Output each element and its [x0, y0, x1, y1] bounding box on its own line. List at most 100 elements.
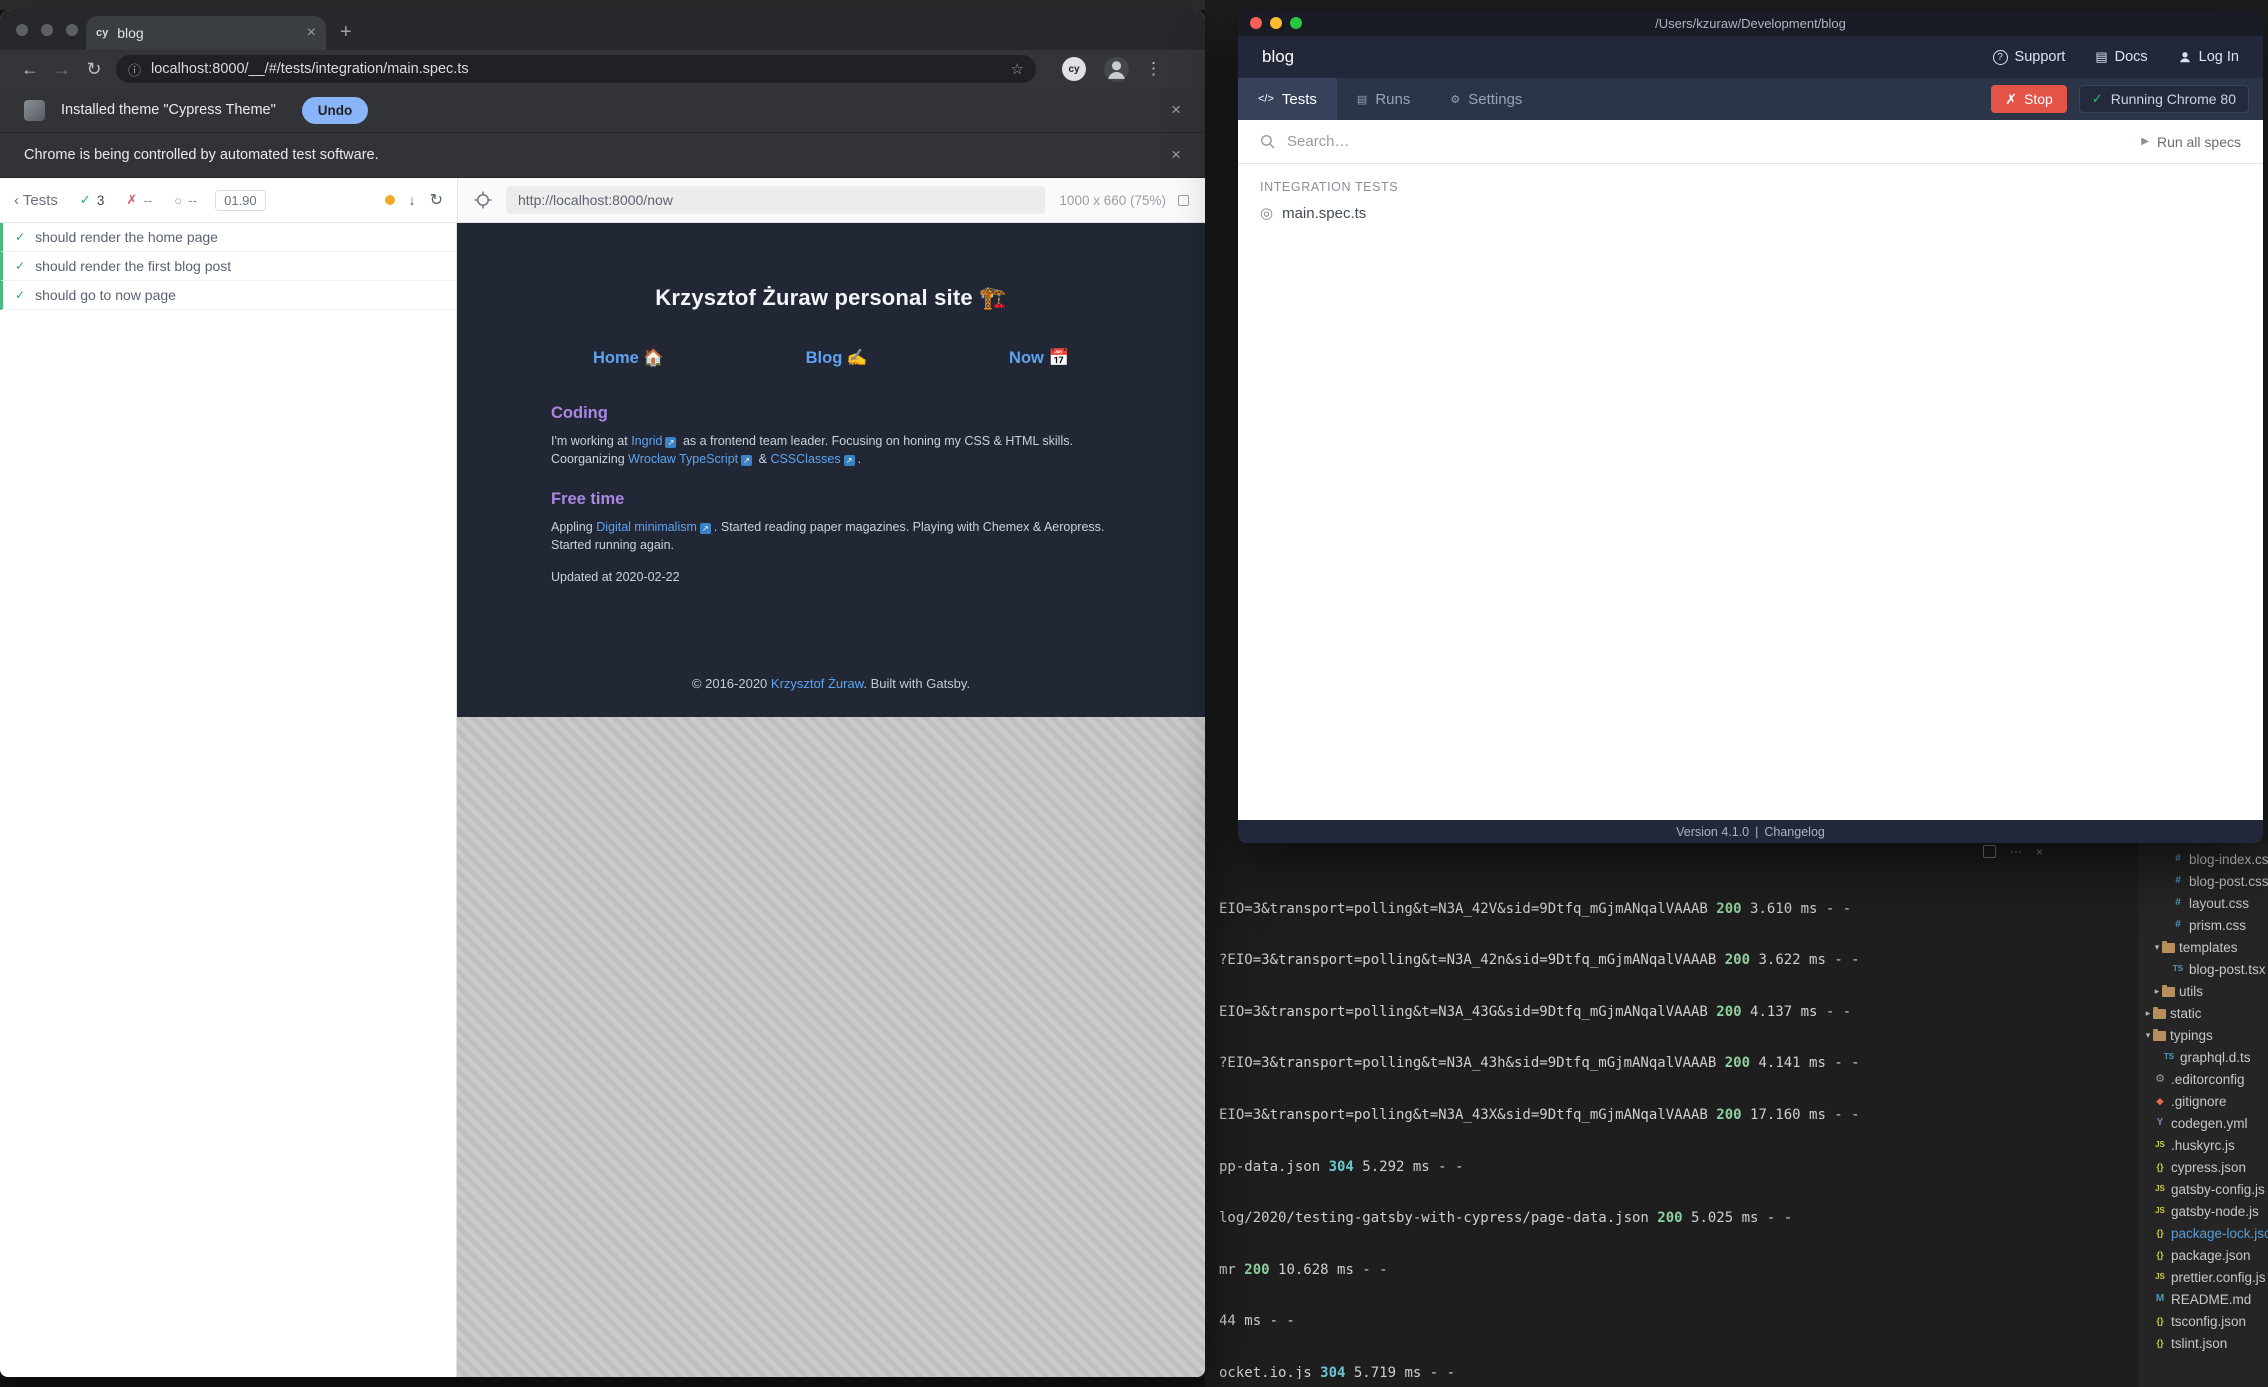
explorer-item[interactable]: blog-index.css	[2138, 848, 2268, 870]
address-url[interactable]: localhost:8000/__/#/tests/integration/ma…	[151, 61, 1011, 77]
explorer-item-selected[interactable]: package-lock.json	[2138, 1222, 2268, 1244]
back-icon[interactable]: ←	[14, 59, 46, 80]
minimize-window-icon[interactable]	[41, 24, 53, 36]
integration-tests-label: INTEGRATION TESTS	[1260, 180, 2263, 194]
new-tab-button[interactable]: +	[340, 22, 352, 42]
nav-blog-link[interactable]: Blog ✍️	[806, 349, 868, 368]
tab-close-icon[interactable]: ×	[307, 24, 316, 42]
browser-menu-icon[interactable]: ⋮	[1145, 59, 1162, 79]
site-info-icon[interactable]: ⓘ	[128, 60, 141, 79]
test-result-row[interactable]: ✓ should render the first blog post	[0, 252, 456, 281]
explorer-item[interactable]: .editorconfig	[2138, 1068, 2268, 1090]
wroclaw-typescript-link[interactable]: Wrocław TypeScript	[628, 452, 738, 466]
more-actions-icon[interactable]: ⋯	[2010, 845, 2022, 859]
close-window-icon[interactable]	[16, 24, 28, 36]
terminal-output[interactable]: EIO=3&transport=polling&t=N3A_42V&sid=9D…	[1211, 860, 2128, 1379]
spec-file-item[interactable]: ◎ main.spec.ts	[1260, 204, 1366, 222]
digital-minimalism-link[interactable]: Digital minimalism	[596, 520, 697, 534]
cssclasses-link[interactable]: CSSClasses	[770, 452, 840, 466]
explorer-item[interactable]: codegen.yml	[2138, 1112, 2268, 1134]
reporter-header: ‹ Tests ✓3 ✗-- ○-- 01.90 ↓ ↻	[0, 178, 457, 222]
css-file-icon	[2171, 897, 2185, 909]
undo-button[interactable]: Undo	[302, 97, 369, 124]
profile-avatar[interactable]	[1104, 57, 1129, 82]
test-result-row[interactable]: ✓ should render the home page	[0, 223, 456, 252]
infobar-close-icon[interactable]: ×	[1171, 100, 1181, 120]
explorer-item[interactable]: tslint.json	[2138, 1332, 2268, 1354]
status-dot-icon	[385, 195, 395, 205]
explorer-item[interactable]: tsconfig.json	[2138, 1310, 2268, 1332]
login-button[interactable]: Log In	[2178, 49, 2239, 65]
window-controls[interactable]	[16, 24, 78, 36]
explorer-item[interactable]: .huskyrc.js	[2138, 1134, 2268, 1156]
explorer-item[interactable]: layout.css	[2138, 892, 2268, 914]
infobar-close-icon[interactable]: ×	[1171, 145, 1181, 165]
chevron-right-icon: ▸	[2152, 986, 2162, 997]
explorer-item[interactable]: gatsby-node.js	[2138, 1200, 2268, 1222]
json-file-icon	[2153, 1315, 2167, 1328]
explorer-item[interactable]: prettier.config.js	[2138, 1266, 2268, 1288]
js-file-icon	[2153, 1139, 2167, 1151]
zoom-window-icon[interactable]	[66, 24, 78, 36]
split-editor-icon[interactable]	[1983, 845, 1996, 858]
runner-body: ✓ should render the home page ✓ should r…	[0, 223, 1205, 1377]
rerun-tests-icon[interactable]: ↻	[430, 190, 443, 210]
desktop: Indexed Blog ⋯ × EIO=3&transport=polling…	[0, 0, 2268, 1387]
explorer-item[interactable]: cypress.json	[2138, 1156, 2268, 1178]
bookmark-star-icon[interactable]: ☆	[1011, 60, 1024, 78]
explorer-folder[interactable]: ▸static	[2138, 1002, 2268, 1024]
tab-runs[interactable]: ▤Runs	[1337, 78, 1430, 120]
support-button[interactable]: ?Support	[1993, 49, 2066, 65]
project-name: blog	[1262, 47, 1294, 67]
stop-button[interactable]: ✗Stop	[1991, 85, 2067, 113]
close-panel-icon[interactable]: ×	[2036, 845, 2043, 859]
forward-icon[interactable]: →	[46, 59, 78, 80]
run-all-specs-button[interactable]: ▶Run all specs	[2141, 134, 2241, 150]
search-input[interactable]	[1287, 133, 2141, 150]
docs-button[interactable]: ▤Docs	[2095, 49, 2147, 65]
site-title: Krzysztof Żuraw personal site 🏗️	[551, 285, 1111, 311]
cypress-titlebar: /Users/kzuraw/Development/blog	[1238, 10, 2263, 36]
explorer-item[interactable]: blog-post.tsx	[2138, 958, 2268, 980]
json-file-icon	[2153, 1227, 2167, 1240]
explorer-item[interactable]: prism.css	[2138, 914, 2268, 936]
ingrid-link[interactable]: Ingrid	[631, 434, 662, 448]
back-to-tests-button[interactable]: ‹ Tests	[14, 192, 58, 209]
explorer-folder[interactable]: ▾templates	[2138, 936, 2268, 958]
nav-now-link[interactable]: Now 📅	[1009, 349, 1069, 368]
explorer-item[interactable]: blog-post.css	[2138, 870, 2268, 892]
explorer-folder[interactable]: ▾typings	[2138, 1024, 2268, 1046]
search-icon	[1260, 134, 1275, 149]
automation-infobar: Chrome is being controlled by automated …	[0, 133, 1205, 178]
json-file-icon	[2153, 1337, 2167, 1350]
browser-tab[interactable]: cy blog ×	[86, 16, 326, 50]
selector-playground-icon[interactable]	[474, 191, 492, 209]
auto-scroll-icon[interactable]: ↓	[409, 192, 416, 208]
explorer-item[interactable]: README.md	[2138, 1288, 2268, 1310]
chrome-window: cy blog × + ← → ↻ ⓘ localhost:8000/__/#/…	[0, 10, 1205, 1377]
coding-heading: Coding	[551, 404, 1111, 423]
runner-header: ‹ Tests ✓3 ✗-- ○-- 01.90 ↓ ↻ http://loca…	[0, 178, 1205, 223]
explorer-folder[interactable]: ▸utils	[2138, 980, 2268, 1002]
spec-list-panel: ▶Run all specs INTEGRATION TESTS ◎ main.…	[1238, 120, 2263, 820]
test-result-row[interactable]: ✓ should go to now page	[0, 281, 456, 310]
changelog-link[interactable]: Changelog	[1764, 825, 1824, 839]
site-footer: © 2016-2020 Krzysztof Żuraw. Built with …	[551, 676, 1111, 717]
explorer-item[interactable]: graphql.d.ts	[2138, 1046, 2268, 1068]
explorer-item[interactable]: package.json	[2138, 1244, 2268, 1266]
reload-icon[interactable]: ↻	[78, 59, 110, 80]
css-file-icon	[2171, 853, 2185, 865]
tab-settings[interactable]: ⚙Settings	[1430, 78, 1542, 120]
cypress-extension-icon[interactable]: cy	[1062, 57, 1086, 81]
yml-file-icon	[2153, 1117, 2167, 1129]
footer-divider: |	[1755, 825, 1758, 839]
explorer-item[interactable]: .gitignore	[2138, 1090, 2268, 1112]
tab-tests[interactable]: </>Tests	[1238, 78, 1337, 120]
nav-home-link[interactable]: Home 🏠	[593, 349, 664, 368]
fullscreen-icon[interactable]	[1178, 195, 1189, 206]
explorer-item[interactable]: gatsby-config.js	[2138, 1178, 2268, 1200]
author-link[interactable]: Krzysztof Żuraw	[771, 676, 863, 691]
address-bar[interactable]: ⓘ localhost:8000/__/#/tests/integration/…	[116, 55, 1036, 83]
aut-url-bar[interactable]: http://localhost:8000/now	[506, 186, 1045, 214]
folder-icon	[2162, 943, 2175, 953]
